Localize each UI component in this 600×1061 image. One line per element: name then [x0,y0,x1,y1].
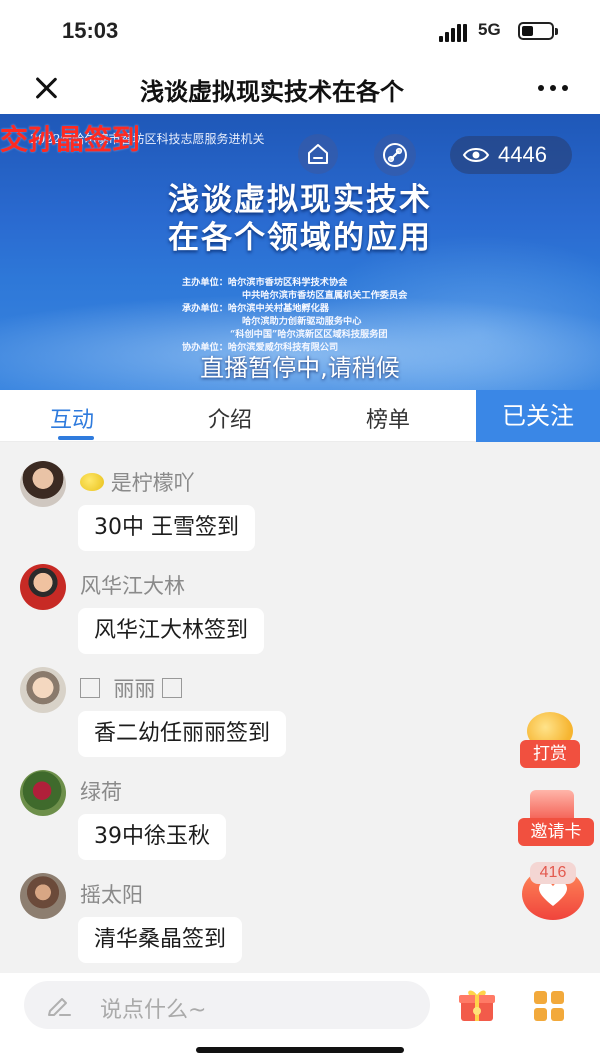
heart-icon [539,882,567,906]
username: 风华江大林 [80,574,185,598]
tab-introduction[interactable]: 介绍 [208,402,252,434]
reward-button[interactable]: 打赏 [518,712,584,772]
tab-ranking[interactable]: 榜单 [366,402,410,434]
credit-line: “科创中国”哈尔滨新区区域科技服务团 [230,329,388,340]
overlay-watermark-text: 交孙晶签到 [0,123,141,156]
credit-line: 主办单位：哈尔滨市香坊区科学技术协会 [182,277,348,288]
comment-placeholder: 说点什么~ [100,998,207,1023]
view-count-badge: 4446 [450,136,572,174]
comment-input[interactable]: 说点什么~ [24,981,430,1029]
close-icon[interactable] [30,72,62,104]
message-bubble: 清华桑晶签到 [78,917,243,963]
top-header: 浅谈虚拟现实技术在各个 [0,62,600,114]
reward-label: 打赏 [520,740,580,768]
like-count: 416 [530,862,576,884]
active-tab-indicator [58,436,94,440]
tab-interaction[interactable]: 互动 [50,402,94,434]
battery-icon [518,22,558,40]
view-count: 4446 [498,142,547,167]
message-bubble: 30中 王雪签到 [78,505,255,551]
followed-button[interactable]: 已关注 [476,390,600,442]
organizer-credits: 主办单位：哈尔滨市香坊区科学技术协会 中共哈尔滨市香坊区直属机关工作委员会 承办… [182,276,407,354]
invite-label: 邀请卡 [518,818,594,846]
page-title: 浅谈虚拟现实技术在各个 [140,78,404,104]
username: 是柠檬吖 [110,471,195,495]
apps-grid-icon[interactable] [534,991,566,1023]
credit-line: 承办单位：哈尔滨中关村基地孵化器 [182,303,329,314]
invite-card-button[interactable]: 邀请卡 [516,790,596,850]
username: 绿荷 [80,780,122,804]
share-link-icon[interactable] [374,134,416,176]
message-bubble: 39中徐玉秋 [78,814,226,860]
credit-line: 中共哈尔滨市香坊区直属机关工作委员会 [242,290,408,301]
avatar[interactable] [20,770,66,816]
username: 丽丽 [113,677,156,701]
message-bubble: 香二幼任丽丽签到 [78,711,287,757]
network-type: 5G [478,20,501,39]
message-bubble: 风华江大林签到 [78,608,265,654]
credit-line: 哈尔滨助力创新驱动服务中心 [242,316,362,327]
status-time: 15:03 [62,18,119,43]
gift-icon[interactable] [458,987,496,1023]
pause-status-text: 直播暂停中,请稍候 [200,354,400,382]
username: 摇太阳 [80,883,143,907]
avatar[interactable] [20,461,66,507]
tab-bar: 互动 介绍 榜单 已关注 [0,390,600,442]
home-indicator [196,1047,404,1053]
avatar[interactable] [20,667,66,713]
chat-list[interactable]: 是柠檬吖 30中 王雪签到 风华江大林 风华江大林签到 丽丽 香二幼任丽丽签到 … [0,443,600,973]
eye-icon [462,148,490,162]
pencil-icon [48,998,71,1016]
emoji-placeholder-icon [162,678,183,698]
signal-icon [439,22,471,42]
avatar[interactable] [20,873,66,919]
more-dots-icon[interactable] [536,83,570,93]
lemon-icon [80,473,104,491]
home-icon[interactable] [298,134,338,174]
video-title-line-2: 在各个领域的应用 [168,220,432,256]
emoji-placeholder-icon [80,678,100,698]
like-button[interactable]: 416 [520,862,586,922]
bottom-bar: 说点什么~ [0,973,600,1061]
app-screen: 15:03 5G 浅谈虚拟现实技术在各个 2022年哈尔滨市香坊区科技志愿服务进… [0,0,600,1061]
title-fade [440,70,476,106]
avatar[interactable] [20,564,66,610]
status-bar: 15:03 5G [0,0,600,62]
live-video-player[interactable]: 2022年哈尔滨市香坊区科技志愿服务进机关 交孙晶签到 4446 浅谈虚拟现实技… [0,114,600,390]
